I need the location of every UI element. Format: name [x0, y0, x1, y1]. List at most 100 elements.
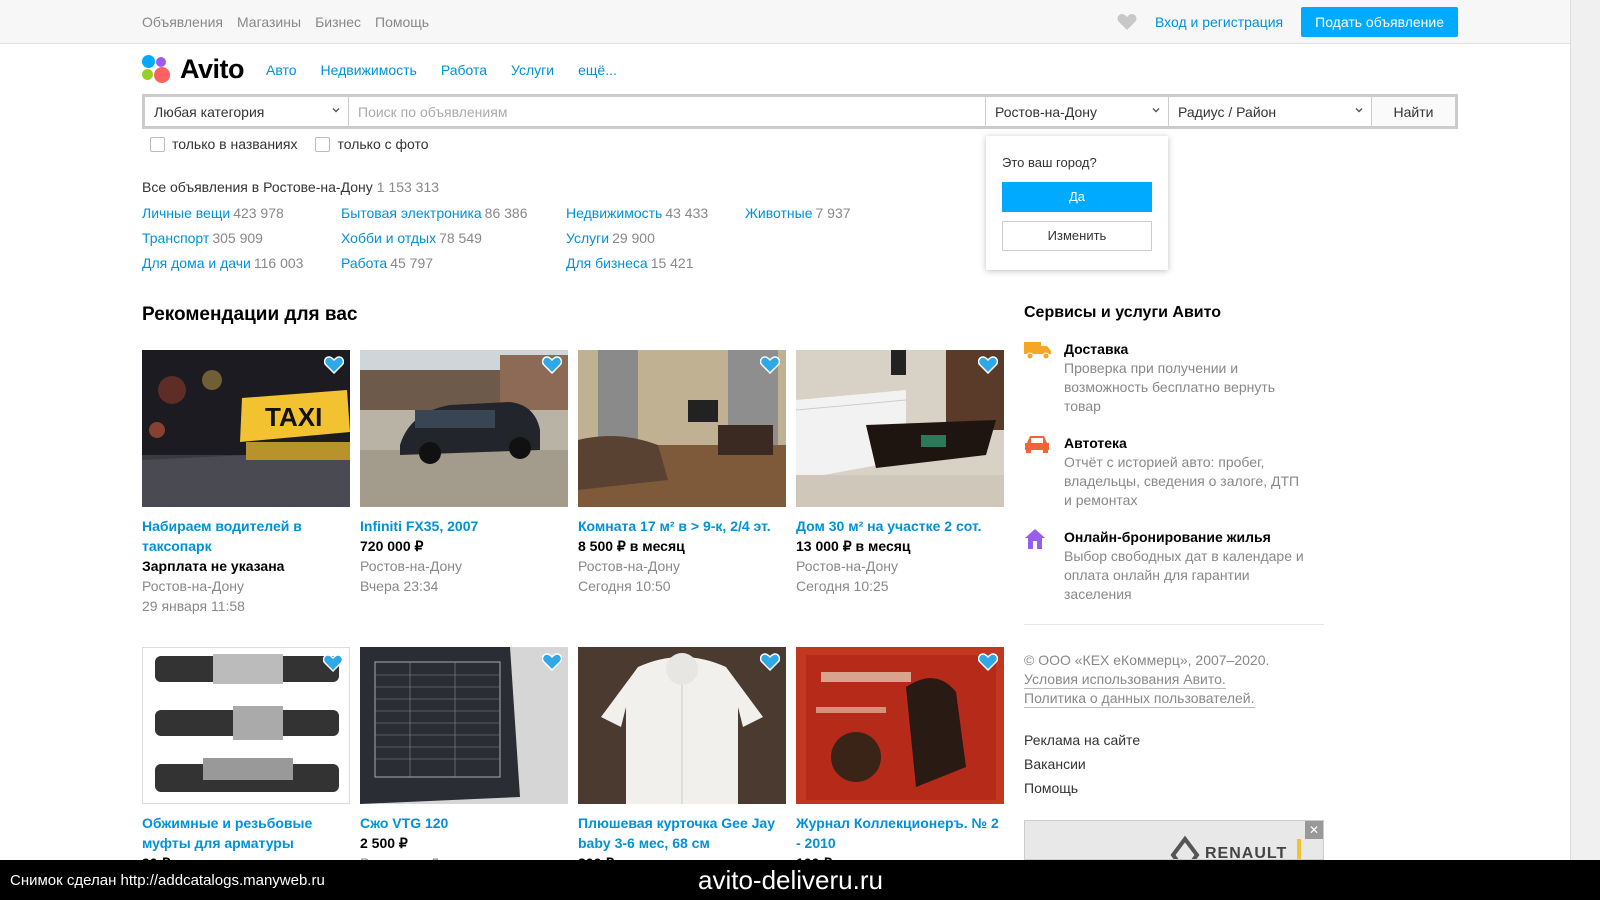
city-yes-button[interactable]: Да — [1002, 182, 1152, 212]
favorite-heart-icon[interactable] — [978, 653, 998, 671]
listing-card[interactable]: Infiniti FX35, 2007 720 000 ₽ Ростов-на-… — [360, 350, 568, 647]
post-ad-button[interactable]: Подать объявление — [1301, 7, 1458, 37]
top-nav-business[interactable]: Бизнес — [315, 14, 361, 30]
category-item[interactable]: Бытовая электроника 86 386 — [341, 205, 566, 224]
category-select[interactable]: Любая категория — [145, 97, 349, 126]
category-name[interactable]: Личные вещи — [142, 205, 230, 221]
ad-banner[interactable]: RENAULT ✕ — [1024, 820, 1324, 860]
only-photo-label: только с фото — [337, 136, 429, 152]
listing-title[interactable]: Сжо VTG 120 — [360, 813, 568, 833]
radius-select[interactable]: Радиус / Район — [1169, 97, 1372, 126]
favorite-heart-icon[interactable] — [760, 653, 780, 671]
category-name[interactable]: Бытовая электроника — [341, 205, 482, 221]
legal-block: © ООО «КЕХ еКоммерц», 2007–2020. Условия… — [1024, 651, 1324, 708]
logo-dots-icon — [142, 54, 172, 85]
only-titles-checkbox[interactable]: только в названиях — [150, 136, 297, 152]
listing-city: Ростов-на-Дону — [796, 558, 898, 574]
all-ads-count: 1 153 313 — [376, 179, 440, 195]
service-booking[interactable]: Онлайн-бронирование жилья Выбор свободны… — [1024, 528, 1324, 604]
favorite-heart-icon[interactable] — [324, 356, 344, 374]
listing-title[interactable]: Дом 30 м² на участке 2 сот. — [796, 516, 1004, 536]
category-name[interactable]: Для дома и дачи — [142, 255, 251, 271]
category-item[interactable]: Транспорт 305 909 — [142, 230, 341, 249]
login-link[interactable]: Вход и регистрация — [1155, 14, 1283, 30]
listing-date: 29 января 11:58 — [142, 598, 245, 614]
listing-title[interactable]: Infiniti FX35, 2007 — [360, 516, 568, 536]
nav-services[interactable]: Услуги — [511, 62, 554, 78]
category-item[interactable]: Недвижимость 43 433 — [566, 205, 745, 224]
avito-logo[interactable]: Avito — [142, 54, 245, 85]
close-icon[interactable]: ✕ — [1305, 821, 1323, 839]
truck-icon — [1024, 342, 1051, 360]
listing-title[interactable]: Журнал Коллекционеръ. № 2 - 2010 — [796, 813, 1004, 853]
listing-photo[interactable] — [360, 350, 568, 507]
category-count: 116 003 — [253, 255, 304, 271]
top-nav: Объявления Магазины Бизнес Помощь — [142, 14, 429, 30]
favorite-heart-icon[interactable] — [323, 654, 343, 672]
scrollbar[interactable] — [1570, 0, 1600, 860]
nav-more[interactable]: ещё... — [578, 62, 617, 78]
category-item[interactable]: Хобби и отдых 78 549 — [341, 230, 566, 249]
footer-link-ads[interactable]: Реклама на сайте — [1024, 728, 1324, 752]
category-count: 78 549 — [439, 230, 482, 246]
ad-accent-bar — [1297, 839, 1301, 859]
category-nav: Авто Недвижимость Работа Услуги ещё... — [266, 62, 617, 78]
city-change-button[interactable]: Изменить — [1002, 221, 1152, 251]
nav-realty[interactable]: Недвижимость — [321, 62, 417, 78]
car-icon — [1025, 436, 1049, 453]
category-item[interactable]: Для дома и дачи 116 003 — [142, 255, 341, 274]
favorite-heart-icon[interactable] — [978, 356, 998, 374]
favorites-heart-icon[interactable] — [1117, 13, 1137, 31]
only-photo-checkbox[interactable]: только с фото — [315, 136, 429, 152]
listing-card[interactable]: Комната 17 м² в > 9-к, 2/4 эт. 8 500 ₽ в… — [578, 350, 786, 647]
category-item[interactable]: Животные 7 937 — [745, 205, 895, 224]
category-count: 43 433 — [665, 205, 709, 221]
service-autoteka[interactable]: Автотека Отчёт с историей авто: пробег, … — [1024, 434, 1324, 510]
listing-card[interactable]: TAXI Набираем водителей в таксопарк Зарп… — [142, 350, 350, 647]
checkbox-box[interactable] — [315, 136, 331, 152]
checkbox-box[interactable] — [150, 136, 165, 152]
listing-photo[interactable]: TAXI — [142, 350, 350, 507]
footer-link-jobs[interactable]: Вакансии — [1024, 752, 1324, 776]
category-name[interactable]: Работа — [341, 255, 387, 271]
listing-photo[interactable] — [360, 647, 568, 804]
footer-link-help[interactable]: Помощь — [1024, 776, 1324, 800]
nav-auto[interactable]: Авто — [266, 62, 297, 78]
listing-photo[interactable] — [142, 647, 350, 804]
chevron-down-icon — [332, 108, 340, 113]
top-nav-ads[interactable]: Объявления — [142, 14, 223, 30]
service-title: Доставка — [1064, 341, 1129, 357]
privacy-link[interactable]: Политика о данных пользователей. — [1024, 690, 1255, 708]
category-name[interactable]: Животные — [745, 205, 813, 221]
city-select[interactable]: Ростов-на-Дону — [986, 97, 1169, 126]
category-name[interactable]: Хобби и отдых — [341, 230, 436, 246]
listing-photo[interactable] — [578, 647, 786, 804]
listing-card[interactable]: Дом 30 м² на участке 2 сот. 13 000 ₽ в м… — [796, 350, 1004, 647]
listing-photo[interactable] — [796, 350, 1004, 507]
top-nav-help[interactable]: Помощь — [375, 14, 429, 30]
category-item[interactable]: Личные вещи 423 978 — [142, 205, 341, 224]
service-delivery[interactable]: Доставка Проверка при получении и возмож… — [1024, 340, 1324, 416]
favorite-heart-icon[interactable] — [542, 356, 562, 374]
category-name[interactable]: Услуги — [566, 230, 609, 246]
category-name[interactable]: Для бизнеса — [566, 255, 648, 271]
find-button[interactable]: Найти — [1372, 97, 1455, 126]
nav-jobs[interactable]: Работа — [441, 62, 487, 78]
terms-link[interactable]: Условия использования Авито. — [1024, 671, 1226, 689]
category-name[interactable]: Транспорт — [142, 230, 209, 246]
listing-title[interactable]: Набираем водителей в таксопарк — [142, 516, 350, 556]
category-item[interactable]: Для бизнеса 15 421 — [566, 255, 745, 274]
search-input[interactable]: Поиск по объявлениям — [349, 97, 986, 126]
category-item[interactable]: Работа 45 797 — [341, 255, 566, 274]
category-count: 86 386 — [484, 205, 528, 221]
category-item[interactable]: Услуги 29 900 — [566, 230, 745, 249]
category-name[interactable]: Недвижимость — [566, 205, 662, 221]
favorite-heart-icon[interactable] — [542, 653, 562, 671]
top-nav-shops[interactable]: Магазины — [237, 14, 301, 30]
favorite-heart-icon[interactable] — [760, 356, 780, 374]
listing-title[interactable]: Обжимные и резьбовые муфты для арматуры — [142, 813, 350, 853]
listing-title[interactable]: Плюшевая курточка Gee Jay baby 3-6 мес, … — [578, 813, 786, 853]
listing-title[interactable]: Комната 17 м² в > 9-к, 2/4 эт. — [578, 516, 786, 536]
listing-photo[interactable] — [796, 647, 1004, 804]
listing-photo[interactable] — [578, 350, 786, 507]
